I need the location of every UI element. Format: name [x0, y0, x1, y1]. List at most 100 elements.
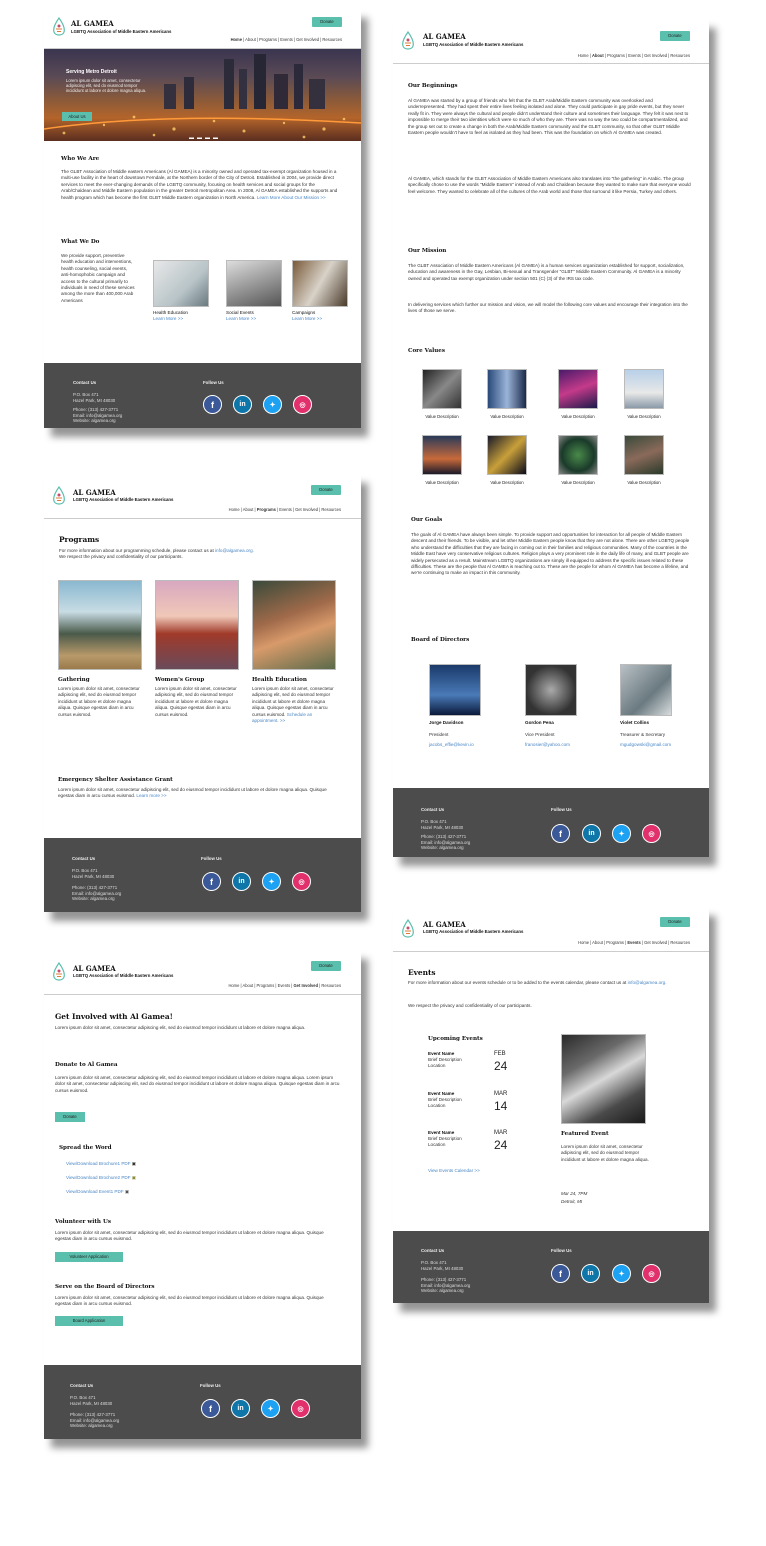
nav-get-involved[interactable]: Get Involved: [644, 940, 667, 945]
learn-more-mission-link[interactable]: Learn More About Our Mission >>: [257, 195, 326, 200]
volunteer-application-button[interactable]: Volunteer Application: [55, 1252, 123, 1262]
nav-resources[interactable]: Resources: [670, 940, 690, 945]
events-email-link[interactable]: info@algamea.org.: [628, 980, 667, 985]
logo-icon[interactable]: [51, 962, 67, 982]
linkedin-icon[interactable]: in: [232, 872, 251, 891]
nav-resources[interactable]: Resources: [670, 53, 690, 58]
board-email-2[interactable]: franosier@yahoo.com: [525, 742, 570, 748]
event-item[interactable]: Event Name Brief Description Location FE…: [428, 1051, 513, 1081]
nav-home[interactable]: Home: [578, 53, 589, 58]
download-event1-link[interactable]: View/Download Event1 PDF ▣: [66, 1189, 129, 1195]
nav-get-involved[interactable]: Get Involved: [644, 53, 667, 58]
campaigns-image[interactable]: [292, 260, 348, 307]
footer-follow-title: Follow Us: [200, 1383, 221, 1388]
twitter-icon[interactable]: ✦: [612, 824, 631, 843]
event-item[interactable]: Event Name Brief Description Location MA…: [428, 1130, 513, 1160]
nav-events[interactable]: Events: [628, 53, 641, 58]
health-education-image[interactable]: [153, 260, 209, 307]
nav-get-involved[interactable]: Get Involved: [295, 507, 318, 512]
twitter-icon[interactable]: ✦: [263, 395, 282, 414]
nav-about[interactable]: About: [243, 507, 254, 512]
what-we-do-text: We provide support, preventive health ed…: [61, 253, 135, 303]
nav-events[interactable]: Events: [278, 983, 291, 988]
featured-event-image[interactable]: [561, 1034, 646, 1124]
org-subtitle: LGBTQ Association of Middle Eastern Amer…: [73, 497, 174, 502]
nav-home[interactable]: Home: [231, 37, 242, 42]
facebook-icon[interactable]: f: [202, 872, 221, 891]
about-us-button[interactable]: About Us: [62, 112, 92, 121]
linkedin-icon[interactable]: in: [581, 1264, 600, 1283]
nav-get-involved[interactable]: Get Involved: [296, 37, 319, 42]
logo-icon[interactable]: [51, 17, 67, 37]
nav-programs[interactable]: Programs: [606, 940, 624, 945]
instagram-icon[interactable]: ◎: [293, 395, 312, 414]
events-calendar-link[interactable]: View Events Calendar >>: [428, 1168, 480, 1174]
facebook-icon[interactable]: f: [203, 395, 222, 414]
logo-icon[interactable]: [400, 31, 416, 51]
nav-programs[interactable]: Programs: [607, 53, 625, 58]
donate-button[interactable]: Donate: [660, 31, 690, 41]
main-nav: Home | About | Programs | Events | Get I…: [578, 940, 690, 945]
donate-button[interactable]: Donate: [660, 917, 690, 927]
facebook-icon[interactable]: f: [551, 1264, 570, 1283]
event-item[interactable]: Event Name Brief Description Location MA…: [428, 1091, 513, 1121]
board-email-1[interactable]: jacobs_effie@kevin.io: [429, 742, 474, 748]
nav-events[interactable]: Events: [627, 940, 640, 945]
donate-section-button[interactable]: Donate: [55, 1112, 85, 1122]
linkedin-icon[interactable]: in: [231, 1399, 250, 1418]
board-role-1: President: [429, 732, 449, 737]
nav-home[interactable]: Home: [228, 983, 239, 988]
download-brochure2-link[interactable]: View/Download Brochure2 PDF ▣: [66, 1175, 136, 1181]
nav-home[interactable]: Home: [578, 940, 589, 945]
logo-icon[interactable]: [51, 486, 67, 506]
nav-about[interactable]: About: [243, 983, 254, 988]
board-application-button[interactable]: Board Application: [55, 1316, 123, 1326]
instagram-icon[interactable]: ◎: [292, 872, 311, 891]
nav-about[interactable]: About: [245, 37, 256, 42]
value-label-2: Value Description: [490, 414, 524, 419]
nav-get-involved[interactable]: Get Involved: [294, 983, 319, 988]
twitter-icon[interactable]: ✦: [612, 1264, 631, 1283]
donate-button[interactable]: Donate: [311, 961, 341, 971]
site-footer: Contact Us P.O. Box 471 Hazel Park, MI 48…: [393, 1231, 709, 1303]
logo-icon[interactable]: [400, 919, 416, 939]
main-nav: Home | About | Programs | Events | Get I…: [230, 37, 342, 42]
nav-events[interactable]: Events: [280, 37, 293, 42]
download-brochure1-link[interactable]: View/Download Brochure1 PDF ▣: [66, 1161, 136, 1167]
card-health-link[interactable]: Learn More >>: [153, 316, 183, 322]
about-page: AL GAMEA LGBTQ Association of Middle Eas…: [393, 19, 709, 857]
facebook-icon[interactable]: f: [551, 824, 570, 843]
card-campaigns-link[interactable]: Learn More >>: [292, 316, 322, 322]
board-role-3: Treasurer & Secretary: [620, 732, 666, 737]
board-email-3[interactable]: mgudgowski@gmail.com: [620, 742, 671, 748]
instagram-icon[interactable]: ◎: [642, 824, 661, 843]
nav-about[interactable]: About: [592, 53, 604, 58]
page-title: Get Involved with Al Gamea!: [55, 1012, 173, 1021]
linkedin-icon[interactable]: in: [582, 824, 601, 843]
instagram-icon[interactable]: ◎: [291, 1399, 310, 1418]
nav-resources[interactable]: Resources: [322, 37, 342, 42]
donate-text: Lorem ipsum dolor sit amet, consectetur …: [55, 1075, 340, 1093]
social-events-image[interactable]: [226, 260, 282, 307]
board-name-3: Violet Collins: [620, 720, 650, 725]
donate-button[interactable]: Donate: [312, 17, 342, 27]
instagram-icon[interactable]: ◎: [642, 1264, 661, 1283]
programs-email-link[interactable]: info@algamea.org.: [215, 548, 254, 553]
nav-programs[interactable]: Programs: [259, 37, 277, 42]
carousel-dots[interactable]: ▬▬▬▬: [189, 135, 221, 141]
nav-events[interactable]: Events: [279, 507, 292, 512]
card-social-link[interactable]: Learn More >>: [226, 316, 256, 322]
get-involved-page: AL GAMEA LGBTQ Association of Middle Eas…: [44, 950, 361, 1439]
nav-about[interactable]: About: [592, 940, 603, 945]
donate-button[interactable]: Donate: [311, 485, 341, 495]
twitter-icon[interactable]: ✦: [261, 1399, 280, 1418]
linkedin-icon[interactable]: in: [233, 395, 252, 414]
nav-resources[interactable]: Resources: [321, 507, 341, 512]
facebook-icon[interactable]: f: [201, 1399, 220, 1418]
nav-resources[interactable]: Resources: [321, 983, 341, 988]
grant-learn-more-link[interactable]: Learn more >>: [136, 793, 166, 798]
twitter-icon[interactable]: ✦: [262, 872, 281, 891]
nav-programs[interactable]: Programs: [257, 983, 275, 988]
nav-programs[interactable]: Programs: [257, 507, 276, 512]
nav-home[interactable]: Home: [229, 507, 240, 512]
